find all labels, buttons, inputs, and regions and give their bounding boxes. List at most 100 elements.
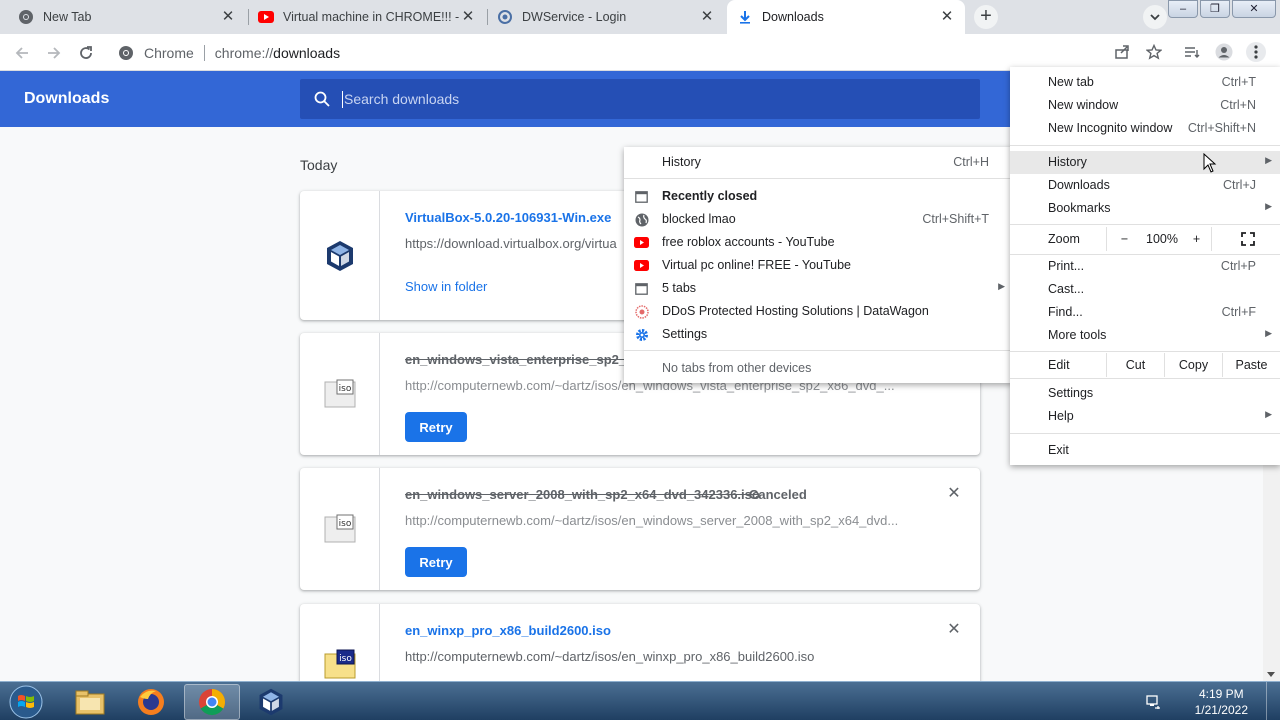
menu-item-downloads[interactable]: Downloads Ctrl+J xyxy=(1010,174,1280,197)
menu-item-recent-tab[interactable]: DDoS Protected Hosting Solutions | DataW… xyxy=(624,300,1013,323)
zoom-label: Zoom xyxy=(1048,232,1080,246)
menu-item-label: 5 tabs xyxy=(662,281,697,295)
virtualbox-icon xyxy=(259,688,283,716)
reload-button[interactable] xyxy=(72,39,100,67)
menu-item-shortcut: Ctrl+N xyxy=(1220,98,1256,112)
address-chip: Chrome xyxy=(144,44,194,61)
system-clock[interactable]: 4:19 PM 1/21/2022 xyxy=(1195,686,1248,718)
datawagon-icon xyxy=(634,304,649,319)
fullscreen-icon[interactable] xyxy=(1236,227,1260,251)
cut-button[interactable]: Cut xyxy=(1106,353,1164,377)
close-tab-icon[interactable]: ✕ xyxy=(699,9,715,25)
forward-button[interactable] xyxy=(40,39,68,67)
share-icon[interactable] xyxy=(1112,42,1132,62)
start-button[interactable] xyxy=(6,683,46,720)
back-button[interactable] xyxy=(8,39,36,67)
copy-button[interactable]: Copy xyxy=(1164,353,1222,377)
system-tray: 4:19 PM 1/21/2022 xyxy=(1145,682,1280,720)
show-in-folder-link[interactable]: Show in folder xyxy=(405,279,487,294)
reading-list-icon[interactable] xyxy=(1182,42,1202,62)
search-downloads-box[interactable] xyxy=(300,79,980,119)
tab-new-tab[interactable]: New Tab ✕ xyxy=(8,0,246,34)
menu-item-settings[interactable]: Settings xyxy=(1010,382,1280,405)
menu-item-label: Find... xyxy=(1048,305,1083,319)
zoom-in-button[interactable]: + xyxy=(1182,227,1212,251)
maximize-button[interactable]: ❐ xyxy=(1200,0,1230,18)
remove-download-icon[interactable]: ✕ xyxy=(946,622,962,638)
windows-logo-icon xyxy=(9,685,43,719)
iso-file-icon: iso xyxy=(324,649,355,679)
tab-title: DWService - Login xyxy=(522,10,627,24)
address-bar[interactable]: Chrome chrome:// downloads xyxy=(110,38,1110,67)
menu-item-help[interactable]: Help ▶ xyxy=(1010,405,1280,428)
dwservice-icon xyxy=(497,9,513,25)
paste-button[interactable]: Paste xyxy=(1222,353,1280,377)
menu-item-history-page[interactable]: History Ctrl+H xyxy=(624,151,1013,174)
profile-avatar-icon[interactable] xyxy=(1214,42,1234,62)
menu-separator xyxy=(1010,378,1280,379)
tab-downloads[interactable]: Downloads ✕ xyxy=(727,0,965,34)
mouse-cursor-icon xyxy=(1203,152,1217,176)
svg-text:iso: iso xyxy=(339,654,352,664)
tab-youtube[interactable]: Virtual machine in CHROME!!! - Y ✕ xyxy=(248,0,486,34)
close-tab-icon[interactable]: ✕ xyxy=(460,9,476,25)
firefox-icon xyxy=(138,689,164,715)
file-url[interactable]: https://download.virtualbox.org/virtua xyxy=(405,236,623,251)
menu-item-bookmarks[interactable]: Bookmarks ▶ xyxy=(1010,197,1280,220)
network-icon[interactable] xyxy=(1145,694,1161,710)
taskbar-virtualbox[interactable] xyxy=(243,684,299,720)
menu-item-recent-window[interactable]: 5 tabs ▶ xyxy=(624,277,1013,300)
download-icon xyxy=(737,9,753,25)
submenu-arrow-icon: ▶ xyxy=(1265,201,1272,211)
tab-search-button[interactable] xyxy=(1143,5,1167,29)
menu-separator xyxy=(1010,145,1280,146)
menu-item-recent-tab[interactable]: free roblox accounts - YouTube xyxy=(624,231,1013,254)
minimize-button[interactable]: ‒ xyxy=(1168,0,1198,18)
close-tab-icon[interactable]: ✕ xyxy=(220,9,236,25)
tab-dwservice[interactable]: DWService - Login ✕ xyxy=(487,0,725,34)
taskbar-chrome[interactable] xyxy=(184,684,240,720)
scroll-down-icon[interactable] xyxy=(1267,672,1275,677)
menu-item-more-tools[interactable]: More tools ▶ xyxy=(1010,324,1280,347)
taskbar-file-explorer[interactable] xyxy=(62,684,118,720)
retry-button[interactable]: Retry xyxy=(405,412,467,442)
close-window-button[interactable]: ✕ xyxy=(1232,0,1276,18)
bookmark-star-icon[interactable] xyxy=(1144,42,1164,62)
taskbar-firefox[interactable] xyxy=(123,684,179,720)
menu-item-label: History xyxy=(1048,155,1087,169)
menu-item-recent-tab[interactable]: Virtual pc online! FREE - YouTube xyxy=(624,254,1013,277)
tab-title: New Tab xyxy=(43,10,92,24)
menu-item-exit[interactable]: Exit xyxy=(1010,439,1280,462)
svg-text:iso: iso xyxy=(338,519,351,529)
iso-file-icon: iso xyxy=(324,379,355,408)
file-name-link[interactable]: VirtualBox-5.0.20-106931-Win.exe xyxy=(405,210,611,225)
remove-download-icon[interactable]: ✕ xyxy=(946,486,962,502)
file-name-link[interactable]: en_winxp_pro_x86_build2600.iso xyxy=(405,623,611,638)
menu-item-label: Print... xyxy=(1048,259,1085,273)
show-desktop-button[interactable] xyxy=(1266,682,1280,720)
window-icon xyxy=(634,189,649,204)
zoom-out-button[interactable]: − xyxy=(1106,227,1142,251)
back-arrow-icon xyxy=(15,47,28,59)
search-input[interactable] xyxy=(344,91,944,107)
menu-item-new-incognito[interactable]: New Incognito window Ctrl+Shift+N xyxy=(1010,117,1280,140)
menu-item-history[interactable]: History ▶ xyxy=(1010,151,1280,174)
clock-time: 4:19 PM xyxy=(1198,686,1244,701)
file-url[interactable]: http://computernewb.com/~dartz/isos/en_w… xyxy=(405,649,965,664)
chrome-main-menu: New tab Ctrl+T New window Ctrl+N New Inc… xyxy=(1010,67,1280,465)
menu-item-recent-tab[interactable]: blocked lmao Ctrl+Shift+T xyxy=(624,208,1013,231)
menu-item-find[interactable]: Find... Ctrl+F xyxy=(1010,301,1280,324)
virtualbox-icon xyxy=(326,240,353,271)
menu-item-shortcut: Ctrl+J xyxy=(1223,178,1256,192)
retry-button[interactable]: Retry xyxy=(405,547,467,577)
menu-item-cast[interactable]: Cast... xyxy=(1010,278,1280,301)
menu-item-new-window[interactable]: New window Ctrl+N xyxy=(1010,94,1280,117)
menu-item-new-tab[interactable]: New tab Ctrl+T xyxy=(1010,71,1280,94)
menu-item-label: Cast... xyxy=(1048,282,1085,296)
menu-item-recent-tab[interactable]: Settings xyxy=(624,323,1013,346)
close-tab-icon[interactable]: ✕ xyxy=(939,9,955,25)
kebab-menu-icon[interactable] xyxy=(1246,42,1266,62)
file-url[interactable]: http://computernewb.com/~dartz/isos/en_w… xyxy=(405,513,905,528)
new-tab-button[interactable]: + xyxy=(974,5,998,29)
menu-item-print[interactable]: Print... Ctrl+P xyxy=(1010,255,1280,278)
